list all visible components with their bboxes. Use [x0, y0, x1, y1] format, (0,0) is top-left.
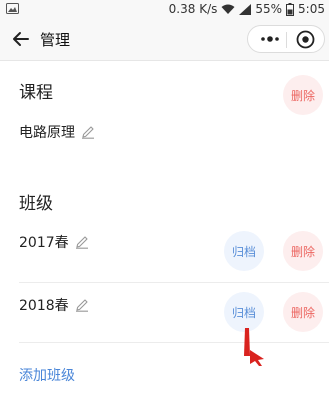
management-card: 课程 删除 电路原理 班级 2017春 归档 删除 2018春 归档 删除 添加… — [0, 61, 329, 414]
edit-pencil-icon[interactable] — [75, 235, 89, 249]
class-row-2018: 2018春 — [19, 295, 89, 315]
battery-percent: 55% — [255, 2, 283, 16]
delete-class-button[interactable]: 删除 — [283, 231, 323, 271]
delete-course-button[interactable]: 删除 — [283, 75, 323, 115]
course-section-title: 课程 — [19, 83, 53, 103]
wifi-icon — [221, 4, 235, 14]
tap-indicator-icon — [244, 328, 264, 366]
signal-icon — [239, 3, 252, 15]
more-options-icon[interactable] — [256, 29, 284, 49]
class-row-2017: 2017春 — [19, 232, 89, 252]
row-divider — [19, 282, 329, 283]
mini-program-capsule — [247, 25, 325, 53]
add-class-link[interactable]: 添加班级 — [19, 365, 75, 385]
status-right: 0.38 K/s 55% 5:05 — [169, 0, 325, 18]
page-title: 管理 — [40, 31, 71, 49]
course-name: 电路原理 — [19, 125, 75, 141]
class-section-title: 班级 — [19, 194, 53, 214]
close-target-icon[interactable] — [295, 29, 316, 50]
row-divider — [19, 342, 329, 343]
course-row: 电路原理 — [19, 122, 95, 142]
delete-class-button[interactable]: 删除 — [283, 292, 323, 332]
capsule-divider — [286, 32, 287, 48]
class-name: 2017春 — [19, 235, 69, 251]
archive-class-button[interactable]: 归档 — [224, 231, 264, 271]
battery-icon — [286, 2, 295, 16]
class-name: 2018春 — [19, 298, 69, 314]
network-speed: 0.38 K/s — [168, 2, 218, 16]
edit-pencil-icon[interactable] — [75, 298, 89, 312]
status-bar: 0.38 K/s 55% 5:05 — [0, 0, 329, 18]
navigation-bar: 管理 — [0, 18, 329, 61]
back-arrow-icon[interactable] — [9, 27, 33, 51]
edit-pencil-icon[interactable] — [81, 125, 95, 139]
image-notification-icon — [6, 3, 19, 14]
clock: 5:05 — [298, 2, 325, 16]
